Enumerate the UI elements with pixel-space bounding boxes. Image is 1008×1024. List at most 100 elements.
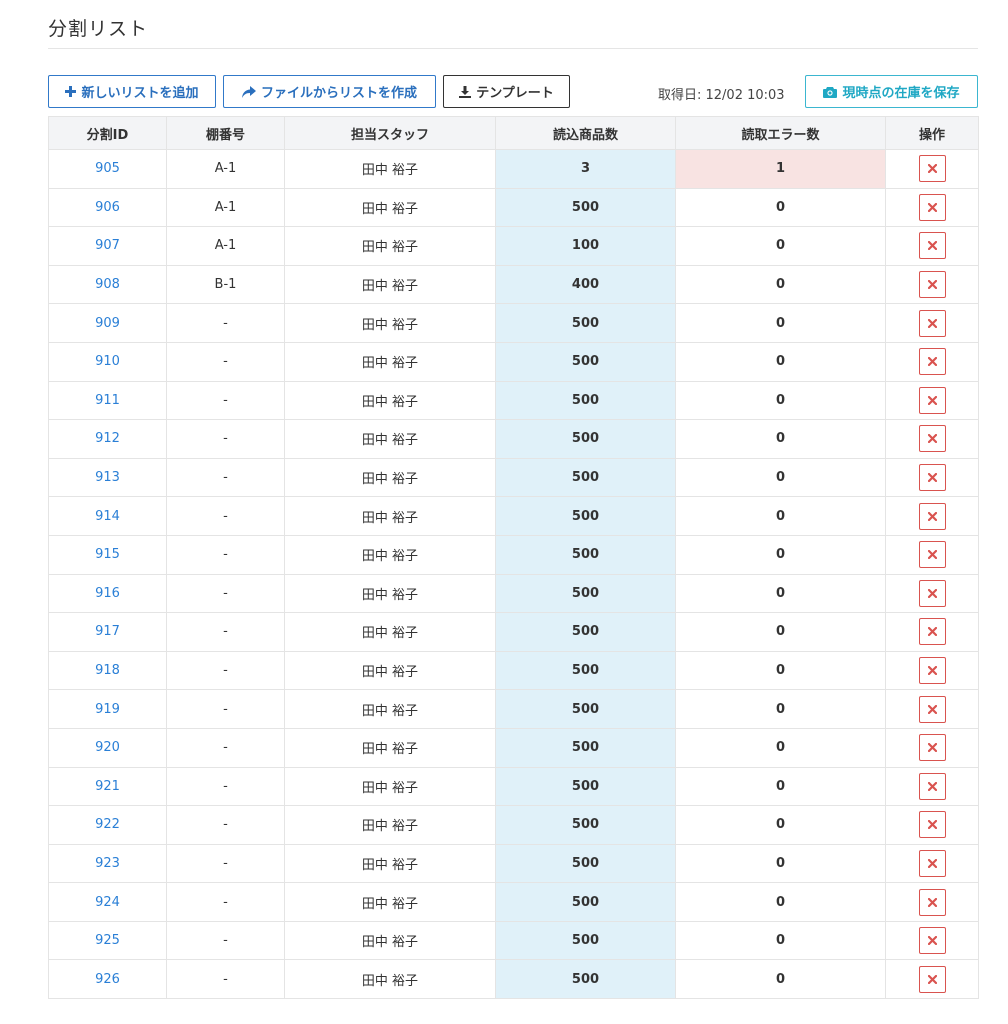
delete-button[interactable] [918,155,946,183]
delete-button[interactable] [918,888,946,916]
read-count: 3 [495,149,676,189]
delete-button[interactable] [918,695,946,723]
split-id-link[interactable]: 921 [48,766,167,807]
split-id-link[interactable]: 926 [48,959,167,1000]
staff-name: 田中 裕子 [284,766,496,807]
read-count: 100 [495,226,676,266]
delete-button[interactable] [918,348,946,376]
read-count: 400 [495,264,676,305]
split-id-link[interactable]: 918 [48,650,167,691]
delete-button[interactable] [918,464,946,492]
error-count: 0 [675,689,886,729]
shelf-number: - [166,303,285,343]
actions-cell [885,534,979,575]
table-row: 926- 田中 裕子 500 0 [48,959,979,1000]
table-row: 911- 田中 裕子 500 0 [48,380,979,421]
delete-button[interactable] [918,657,946,685]
delete-button[interactable] [918,579,946,607]
split-id-link[interactable]: 925 [48,920,167,961]
split-id-link[interactable]: 909 [48,303,167,343]
actions-cell [885,727,979,768]
error-count: 0 [675,612,886,652]
create-from-file-button[interactable]: ファイルからリストを作成 [223,75,436,108]
delete-button[interactable] [918,309,946,337]
delete-button[interactable] [918,425,946,453]
split-id-link[interactable]: 922 [48,805,167,845]
split-id-link[interactable]: 923 [48,843,167,884]
split-id-link[interactable]: 911 [48,380,167,421]
actions-cell [885,457,979,498]
delete-button[interactable] [918,811,946,839]
error-count: 0 [675,264,886,305]
split-id-link[interactable]: 924 [48,882,167,922]
delete-button[interactable] [918,927,946,955]
shelf-number: - [166,766,285,807]
read-count: 500 [495,689,676,729]
split-id-link[interactable]: 920 [48,727,167,768]
save-inventory-button[interactable]: 現時点の在庫を保存 [805,75,978,108]
plus-icon [65,86,77,97]
delete-button[interactable] [918,232,946,260]
table-row: 908 B-1 田中 裕子 400 0 [48,264,979,305]
close-icon [927,473,937,483]
create-from-file-label: ファイルからリストを作成 [260,86,417,101]
add-list-button[interactable]: 新しいリストを追加 [48,75,216,108]
error-count: 0 [675,843,886,884]
split-id-link[interactable]: 916 [48,573,167,614]
delete-button[interactable] [918,502,946,530]
delete-button[interactable] [918,849,946,877]
error-count: 0 [675,882,886,922]
read-count: 500 [495,534,676,575]
read-count: 500 [495,573,676,614]
read-count: 500 [495,650,676,691]
split-id-link[interactable]: 915 [48,534,167,575]
staff-name: 田中 裕子 [284,805,496,845]
close-icon [927,357,937,367]
actions-cell [885,496,979,536]
split-id-link[interactable]: 913 [48,457,167,498]
shelf-number: A-1 [166,149,285,189]
delete-button[interactable] [918,271,946,299]
split-id-link[interactable]: 914 [48,496,167,536]
share-arrow-icon [241,85,256,98]
error-count: 0 [675,187,886,228]
close-icon [927,704,937,714]
save-inventory-label: 現時点の在庫を保存 [842,86,960,101]
delete-button[interactable] [918,193,946,221]
split-id-link[interactable]: 919 [48,689,167,729]
split-id-link[interactable]: 912 [48,419,167,459]
delete-button[interactable] [918,734,946,762]
split-id-link[interactable]: 907 [48,226,167,266]
actions-cell [885,766,979,807]
error-count: 0 [675,226,886,266]
delete-button[interactable] [918,618,946,646]
error-count: 0 [675,534,886,575]
template-download-button[interactable]: テンプレート [443,75,570,108]
split-id-link[interactable]: 910 [48,341,167,382]
delete-button[interactable] [918,965,946,993]
close-icon [927,550,937,560]
close-icon [927,241,937,251]
staff-name: 田中 裕子 [284,341,496,382]
split-id-link[interactable]: 906 [48,187,167,228]
shelf-number: - [166,612,285,652]
split-id-link[interactable]: 917 [48,612,167,652]
table-header-row: 分割ID 棚番号 担当スタッフ 読込商品数 読取エラー数 操作 [48,116,979,150]
actions-cell [885,920,979,961]
close-icon [927,280,937,290]
split-id-link[interactable]: 908 [48,264,167,305]
delete-button[interactable] [918,386,946,414]
close-icon [927,666,937,676]
delete-button[interactable] [918,772,946,800]
table-row: 920- 田中 裕子 500 0 [48,727,979,768]
close-icon [927,511,937,521]
delete-button[interactable] [918,541,946,569]
error-count: 0 [675,920,886,961]
actions-cell [885,264,979,305]
table-row: 905 A-1 田中 裕子 3 1 [48,149,979,189]
shelf-number: - [166,805,285,845]
actions-cell [885,303,979,343]
split-id-link[interactable]: 905 [48,149,167,189]
close-icon [927,897,937,907]
actions-cell [885,689,979,729]
